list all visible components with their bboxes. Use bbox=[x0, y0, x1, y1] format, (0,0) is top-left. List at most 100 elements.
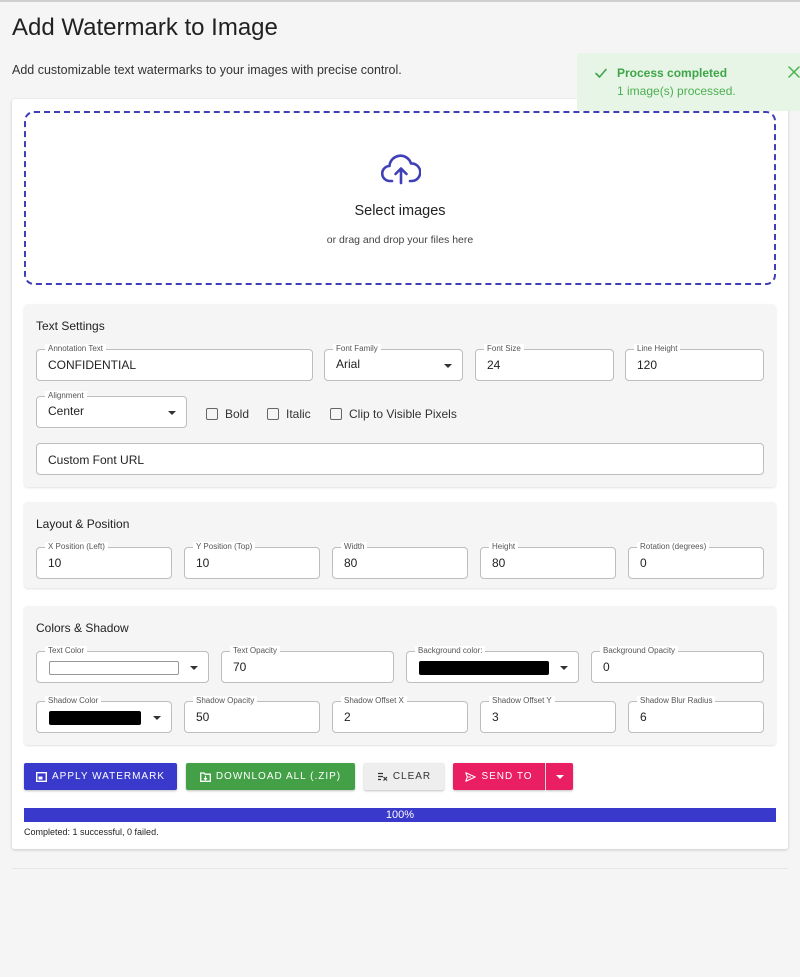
height-value: 80 bbox=[492, 556, 506, 570]
x-position-label: X Position (Left) bbox=[45, 542, 108, 552]
progress-label: 100% bbox=[385, 809, 415, 821]
background-color-label: Background color: bbox=[415, 646, 486, 656]
font-size-label: Font Size bbox=[484, 344, 524, 354]
clear-icon bbox=[377, 772, 388, 781]
annotation-text-value: CONFIDENTIAL bbox=[48, 358, 137, 372]
custom-font-url-placeholder: Custom Font URL bbox=[48, 453, 145, 467]
divider bbox=[12, 868, 788, 869]
clear-button[interactable]: CLEAR bbox=[364, 763, 444, 790]
dropzone-subtitle: or drag and drop your files here bbox=[326, 234, 474, 246]
caret-down-icon bbox=[190, 666, 198, 670]
colors-section: Colors & Shadow Text Color Text Opacity … bbox=[24, 606, 776, 745]
shadow-blur-label: Shadow Blur Radius bbox=[637, 696, 716, 706]
line-height-field[interactable]: Line Height 120 bbox=[625, 344, 764, 381]
background-opacity-value: 0 bbox=[603, 660, 610, 674]
download-all-button[interactable]: DOWNLOAD ALL (.ZIP) bbox=[186, 763, 355, 790]
clear-label: CLEAR bbox=[392, 771, 432, 782]
page-description: Add customizable text watermarks to your… bbox=[12, 63, 402, 77]
line-height-label: Line Height bbox=[634, 344, 681, 354]
shadow-opacity-label: Shadow Opacity bbox=[193, 696, 258, 706]
text-color-label: Text Color bbox=[45, 646, 88, 656]
background-color-swatch bbox=[419, 661, 549, 675]
shadow-color-picker[interactable]: Shadow Color bbox=[36, 696, 172, 733]
page-title: Add Watermark to Image bbox=[12, 14, 278, 41]
caret-down-icon bbox=[555, 774, 564, 779]
shadow-offset-y-value: 3 bbox=[492, 710, 499, 724]
close-icon[interactable] bbox=[787, 65, 800, 79]
font-family-select[interactable]: Font Family Arial bbox=[324, 344, 463, 381]
y-position-label: Y Position (Top) bbox=[193, 542, 256, 552]
toast-message: 1 image(s) processed. bbox=[617, 84, 736, 98]
y-position-field[interactable]: Y Position (Top) 10 bbox=[184, 542, 320, 579]
caret-down-icon bbox=[444, 364, 452, 368]
shadow-opacity-field[interactable]: Shadow Opacity 50 bbox=[184, 696, 320, 733]
checkbox-box[interactable] bbox=[267, 408, 279, 420]
annotation-text-field[interactable]: Annotation Text CONFIDENTIAL bbox=[36, 344, 313, 381]
image-dropzone[interactable]: Select images or drag and drop your file… bbox=[24, 111, 776, 285]
text-opacity-field[interactable]: Text Opacity 70 bbox=[221, 646, 394, 683]
height-field[interactable]: Height 80 bbox=[480, 542, 616, 579]
bold-checkbox[interactable]: Bold bbox=[206, 406, 249, 422]
progress-bar: 100% bbox=[24, 808, 776, 822]
alignment-label: Alignment bbox=[45, 391, 87, 401]
check-icon bbox=[595, 68, 607, 78]
clip-label: Clip to Visible Pixels bbox=[349, 407, 457, 421]
background-color-picker[interactable]: Background color: bbox=[406, 646, 579, 683]
italic-label: Italic bbox=[286, 407, 311, 421]
colors-title: Colors & Shadow bbox=[36, 621, 129, 635]
send-to-label: SEND TO bbox=[481, 771, 533, 782]
height-label: Height bbox=[489, 542, 519, 552]
send-icon bbox=[465, 771, 477, 782]
shadow-color-label: Shadow Color bbox=[45, 696, 102, 706]
y-position-value: 10 bbox=[196, 556, 210, 570]
shadow-opacity-value: 50 bbox=[196, 710, 210, 724]
send-to-button[interactable]: SEND TO bbox=[453, 763, 545, 790]
font-family-label: Font Family bbox=[333, 344, 381, 354]
x-position-field[interactable]: X Position (Left) 10 bbox=[36, 542, 172, 579]
caret-down-icon bbox=[153, 716, 161, 720]
cloud-upload-icon bbox=[381, 154, 421, 185]
italic-checkbox[interactable]: Italic bbox=[267, 406, 311, 422]
text-opacity-value: 70 bbox=[233, 660, 247, 674]
text-settings-title: Text Settings bbox=[36, 319, 105, 333]
apply-watermark-button[interactable]: APPLY WATERMARK bbox=[24, 763, 177, 790]
text-color-picker[interactable]: Text Color bbox=[36, 646, 209, 683]
folder-download-icon bbox=[199, 771, 211, 782]
completion-status: Completed: 1 successful, 0 failed. bbox=[24, 827, 159, 837]
background-opacity-label: Background Opacity bbox=[600, 646, 679, 656]
alignment-select[interactable]: Alignment Center bbox=[36, 391, 187, 428]
success-toast: Process completed 1 image(s) processed. bbox=[577, 53, 800, 111]
checkbox-box[interactable] bbox=[330, 408, 342, 420]
width-field[interactable]: Width 80 bbox=[332, 542, 468, 579]
rotation-label: Rotation (degrees) bbox=[637, 542, 710, 552]
main-card: Select images or drag and drop your file… bbox=[12, 99, 788, 849]
shadow-offset-x-value: 2 bbox=[344, 710, 351, 724]
shadow-color-swatch bbox=[49, 711, 141, 725]
toast-title: Process completed bbox=[617, 66, 728, 80]
shadow-offset-y-label: Shadow Offset Y bbox=[489, 696, 555, 706]
checkbox-box[interactable] bbox=[206, 408, 218, 420]
shadow-blur-value: 6 bbox=[640, 710, 647, 724]
clip-checkbox[interactable]: Clip to Visible Pixels bbox=[330, 406, 457, 422]
x-position-value: 10 bbox=[48, 556, 62, 570]
send-to-menu-button[interactable] bbox=[546, 763, 573, 790]
shadow-offset-y-field[interactable]: Shadow Offset Y 3 bbox=[480, 696, 616, 733]
font-size-value: 24 bbox=[487, 358, 501, 372]
background-opacity-field[interactable]: Background Opacity 0 bbox=[591, 646, 764, 683]
line-height-value: 120 bbox=[637, 358, 658, 372]
shadow-offset-x-label: Shadow Offset X bbox=[341, 696, 407, 706]
font-size-field[interactable]: Font Size 24 bbox=[475, 344, 614, 381]
caret-down-icon bbox=[560, 666, 568, 670]
rotation-field[interactable]: Rotation (degrees) 0 bbox=[628, 542, 764, 579]
text-settings-section: Text Settings Annotation Text CONFIDENTI… bbox=[24, 304, 776, 487]
shadow-blur-field[interactable]: Shadow Blur Radius 6 bbox=[628, 696, 764, 733]
alignment-value: Center bbox=[48, 404, 85, 418]
download-all-label: DOWNLOAD ALL (.ZIP) bbox=[215, 771, 342, 782]
shadow-offset-x-field[interactable]: Shadow Offset X 2 bbox=[332, 696, 468, 733]
text-opacity-label: Text Opacity bbox=[230, 646, 281, 656]
dropzone-title: Select images bbox=[354, 203, 446, 219]
width-value: 80 bbox=[344, 556, 358, 570]
font-family-value: Arial bbox=[336, 357, 361, 371]
image-icon bbox=[36, 771, 47, 782]
custom-font-url-input[interactable]: Custom Font URL bbox=[36, 443, 764, 475]
